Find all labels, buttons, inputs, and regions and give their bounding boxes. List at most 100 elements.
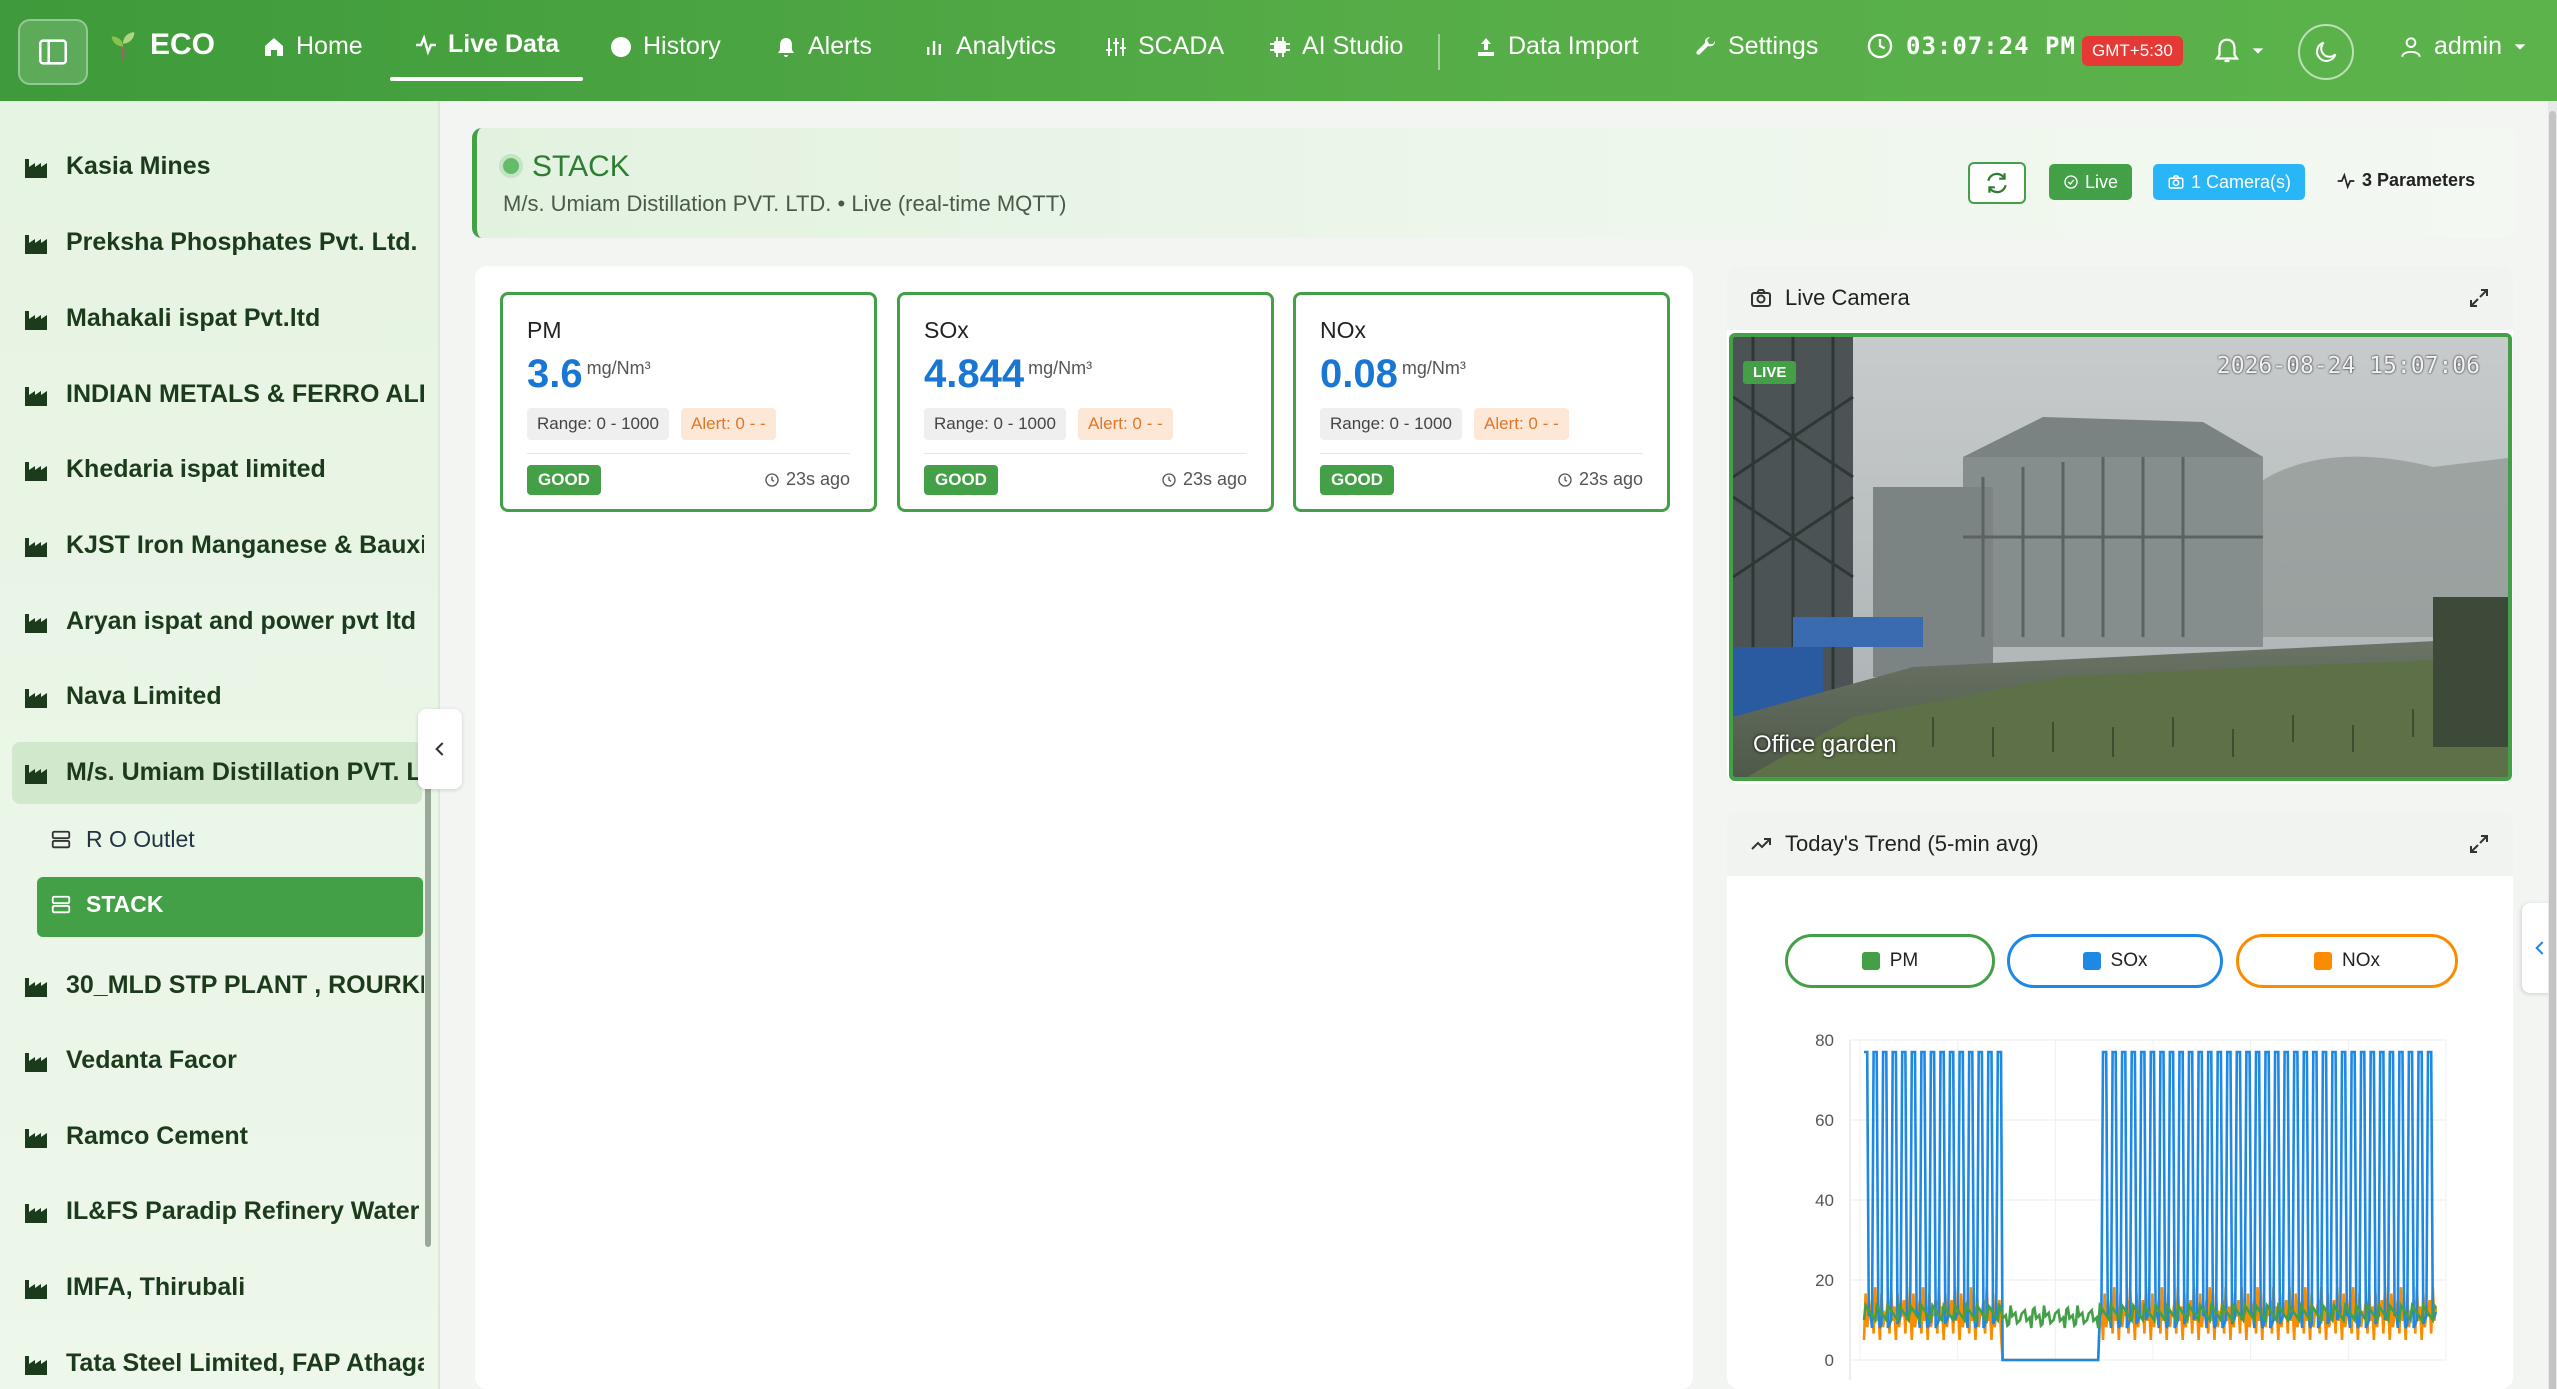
nav-data-import-label: Data Import <box>1508 32 1639 60</box>
sidebar-item-8[interactable]: M/s. Umiam Distillation PVT. LTD. <box>24 758 424 787</box>
nav-history[interactable]: History <box>609 32 721 61</box>
metric-unit: mg/Nm³ <box>586 358 651 378</box>
nav-live-data[interactable]: Live Data <box>414 30 559 59</box>
sidebar-item-label: M/s. Umiam Distillation PVT. LTD. <box>66 758 424 786</box>
metric-unit: mg/Nm³ <box>1028 358 1093 378</box>
metric-range: Range: 0 - 1000 <box>527 408 669 440</box>
y-tick-label: 60 <box>1815 1111 1834 1130</box>
parameter-count-label: 3 Parameters <box>2362 170 2476 190</box>
chevron-down-icon <box>2514 43 2526 50</box>
metric-updated-label: 23s ago <box>1182 469 1247 489</box>
sidebar-item-14[interactable]: Tata Steel Limited, FAP Athagarh <box>24 1349 424 1378</box>
refresh-button[interactable] <box>1968 162 2026 204</box>
user-icon <box>2401 36 2421 57</box>
sidebar-sub-item-0[interactable]: R O Outlet <box>50 826 195 853</box>
sidebar-item-0[interactable]: Kasia Mines <box>24 152 211 181</box>
metric-updated-label: 23s ago <box>785 469 850 489</box>
chevron-left-icon <box>2534 941 2543 955</box>
nav-ai-studio[interactable]: AI Studio <box>1268 32 1403 61</box>
legend-swatch-sox <box>2082 952 2101 970</box>
metric-alert: Alert: 0 - - <box>1078 408 1173 440</box>
camera-image <box>1733 337 2508 777</box>
sidebar-item-4[interactable]: Khedaria ispat limited <box>24 455 326 484</box>
upload-icon <box>1478 37 1494 56</box>
wrench-icon <box>1696 36 1716 55</box>
legend-swatch-pm <box>1861 952 1880 970</box>
legend-sox[interactable]: SOx <box>2007 934 2223 988</box>
metric-value: 0.08 <box>1320 352 1398 396</box>
sidebar-item-12[interactable]: IL&FS Paradip Refinery Water <box>24 1197 419 1226</box>
legend-nox[interactable]: NOx <box>2236 934 2458 988</box>
sidebar-scrollbar[interactable] <box>425 747 431 1247</box>
sidebar-item-13[interactable]: IMFA, Thirubali <box>24 1273 245 1302</box>
camera-feed[interactable]: LIVE 2026-08-24 15:07:06 Office garden <box>1729 333 2512 781</box>
nav-divider <box>1438 34 1440 70</box>
sidebar-item-7[interactable]: Nava Limited <box>24 682 222 711</box>
nav-history-label: History <box>643 32 721 60</box>
nav-analytics[interactable]: Analytics <box>922 32 1056 61</box>
sidebar-item-label: IL&FS Paradip Refinery Water <box>66 1197 420 1225</box>
sidebar-item-2[interactable]: Mahakali ispat Pvt.ltd <box>24 304 320 333</box>
card-divider <box>527 453 850 454</box>
y-tick-label: 20 <box>1815 1271 1834 1290</box>
chevron-down-icon <box>2252 48 2264 54</box>
sidebar-collapse-button[interactable] <box>418 709 462 789</box>
camera-count-badge[interactable]: 1 Camera(s) <box>2153 164 2306 200</box>
nav-data-import[interactable]: Data Import <box>1474 32 1639 61</box>
metric-updated: 23s ago <box>1557 469 1643 490</box>
nav-scada[interactable]: SCADA <box>1104 32 1224 61</box>
page-scrollbar[interactable] <box>2548 101 2557 1389</box>
sidebar-item-label: 30_MLD STP PLANT , ROURKELA <box>66 971 424 999</box>
clock-time: 03:07:24 PM <box>1906 32 2076 60</box>
sidebar-item-label: Kasia Mines <box>66 152 211 180</box>
nav-live-data-label: Live Data <box>448 30 560 58</box>
metric-card-1[interactable]: SOx 4.844 mg/Nm³ Range: 0 - 1000 Alert: 0 - … <box>897 292 1274 512</box>
sidebar-item-9[interactable]: 30_MLD STP PLANT , ROURKELA <box>24 971 424 1000</box>
nav-settings[interactable]: Settings <box>1694 32 1818 61</box>
factory-icon <box>25 310 47 330</box>
nav-home[interactable]: Home <box>262 32 363 61</box>
theme-toggle-button[interactable] <box>2298 24 2354 80</box>
expand-icon[interactable] <box>2467 832 2491 856</box>
sidebar-item-label: IMFA, Thirubali <box>66 1273 246 1301</box>
brand-logo[interactable]: ECO <box>106 28 215 62</box>
metric-unit: mg/Nm³ <box>1401 358 1466 378</box>
home-icon <box>265 37 283 56</box>
sidebar-item-11[interactable]: Ramco Cement <box>24 1122 248 1151</box>
card-divider <box>924 453 1247 454</box>
factory-icon <box>25 1128 47 1148</box>
metric-alert: Alert: 0 - - <box>681 408 776 440</box>
legend-nox-label: NOx <box>2342 950 2380 971</box>
legend-pm[interactable]: PM <box>1785 934 1995 988</box>
sidebar-item-1[interactable]: Preksha Phosphates Pvt. Ltd. <box>24 228 418 257</box>
sprout-icon <box>111 32 135 60</box>
metric-range: Range: 0 - 1000 <box>1320 408 1462 440</box>
metric-card-0[interactable]: PM 3.6 mg/Nm³ Range: 0 - 1000 Alert: 0 - - GO… <box>500 292 877 512</box>
clock-icon <box>1162 472 1176 487</box>
legend-swatch-nox <box>2314 952 2332 970</box>
sidebar-item-3[interactable]: INDIAN METALS & FERRO ALLOYS <box>24 380 424 409</box>
user-menu[interactable]: admin <box>2398 32 2528 61</box>
sidebar-sub-item-1[interactable]: STACK <box>50 891 164 918</box>
notifications-button[interactable] <box>2212 36 2266 66</box>
sidebar-toggle-button[interactable] <box>18 19 88 85</box>
sidebar-item-label: Vedanta Facor <box>66 1046 237 1074</box>
factory-icon <box>25 537 47 557</box>
metric-card-2[interactable]: NOx 0.08 mg/Nm³ Range: 0 - 1000 Alert: 0 - -… <box>1293 292 1670 512</box>
sliders-icon <box>1106 37 1126 56</box>
factory-icon <box>25 688 47 708</box>
refresh-icon <box>1987 172 2007 194</box>
expand-icon[interactable] <box>2467 286 2491 310</box>
nav-alerts[interactable]: Alerts <box>774 32 872 61</box>
sidebar-item-label: Tata Steel Limited, FAP Athagarh <box>66 1349 424 1377</box>
sidebar-item-5[interactable]: KJST Iron Manganese & Bauxite <box>24 531 424 560</box>
metric-value-group: 0.08 mg/Nm³ <box>1320 352 1466 397</box>
nav-settings-label: Settings <box>1728 32 1819 60</box>
sidebar-item-10[interactable]: Vedanta Facor <box>24 1046 237 1075</box>
bar-chart-icon <box>927 40 941 55</box>
sidebar-sub-item-label: STACK <box>86 891 164 917</box>
factory-icon <box>25 1279 47 1299</box>
chip-icon <box>1270 36 1290 57</box>
pulse-icon <box>2337 172 2355 189</box>
sidebar-item-6[interactable]: Aryan ispat and power pvt ltd <box>24 607 416 636</box>
